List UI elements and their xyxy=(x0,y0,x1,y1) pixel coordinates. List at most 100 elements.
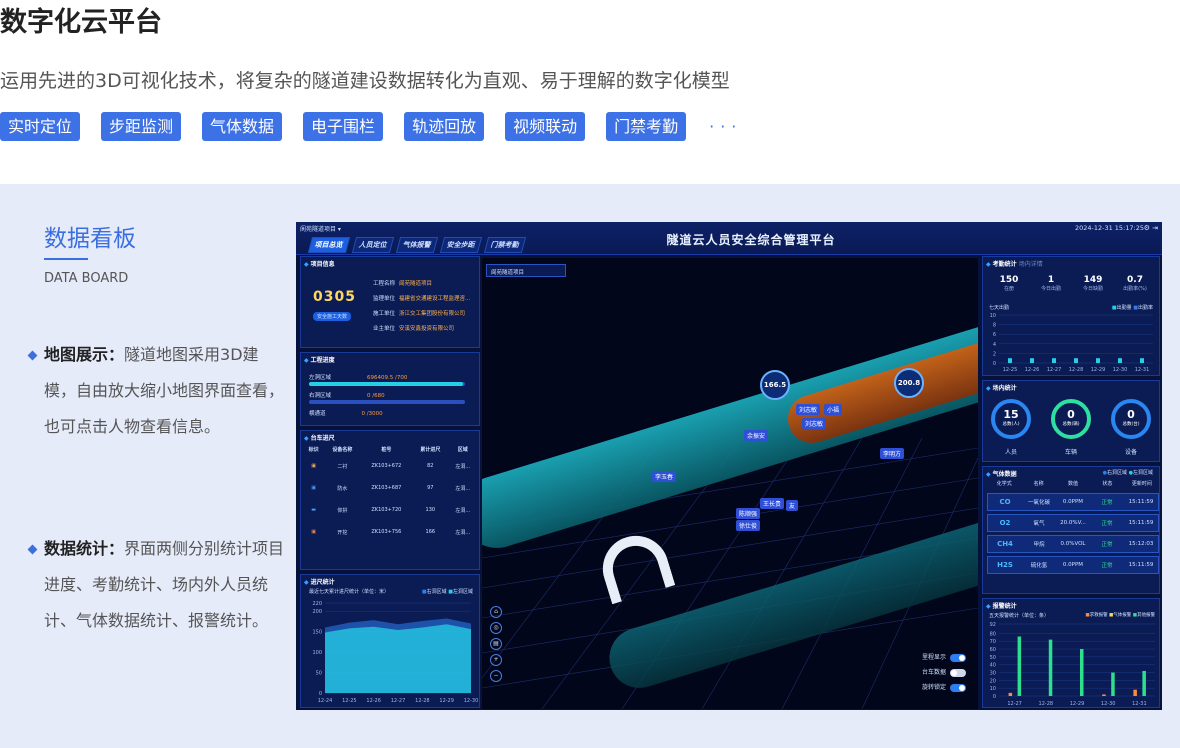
y-tick-label: 60 xyxy=(990,647,996,653)
ring-caption: 车辆 xyxy=(1064,449,1077,456)
topbar-icons: ⚙ ⇥ xyxy=(1144,224,1158,232)
y-tick-label: 2 xyxy=(993,351,996,357)
y-tick-label: 10 xyxy=(990,313,996,319)
x-tick-label: 12-31 xyxy=(1132,701,1147,707)
attendance-bar xyxy=(1052,358,1056,363)
nav-tab-overview[interactable]: 项目总览 xyxy=(307,237,351,253)
info-row: 施工单位 浙江交工集团股份有限公司 xyxy=(373,311,466,317)
trolley-icon: ▬ xyxy=(311,507,316,513)
feature-label: 地图展示： xyxy=(44,345,125,364)
info-row: 业主单位 安溪安鑫投资有限公司 xyxy=(373,326,455,332)
locate-icon[interactable]: ◎ xyxy=(490,622,502,634)
tag-e-fence[interactable]: 电子围栏 xyxy=(303,112,384,141)
mileage-bubble[interactable]: 166.5 xyxy=(760,370,790,400)
info-row: 工程名称 阆苑隧道项目 xyxy=(373,281,433,287)
y-tick-label: 150 xyxy=(312,630,322,636)
mileage-bubble[interactable]: 200.8 xyxy=(894,368,924,398)
x-tick-label: 12-25 xyxy=(1003,367,1018,373)
toggle-switch[interactable] xyxy=(950,653,967,662)
toggle-rotation-lock[interactable]: 旋转锁定 xyxy=(922,682,967,692)
feature-map: 地图展示：隧道地图采用3D建模，自由放大缩小地图界面查看，也可点击人物查看信息。 xyxy=(27,337,287,445)
toggle-mileage[interactable]: 里程显示 xyxy=(922,652,967,662)
x-tick-label: 12-28 xyxy=(1039,701,1054,707)
table-row[interactable]: CO 一氧化碳 0.0PPM 正常 15:11:59 xyxy=(987,493,1159,511)
nav-tab-step[interactable]: 安全步距 xyxy=(439,237,483,253)
alarm-bar-其他报警 xyxy=(1111,672,1115,696)
table-header: 累计进尺 xyxy=(420,446,441,453)
nav-tab-attendance[interactable]: 门禁考勤 xyxy=(483,237,527,253)
person-label[interactable]: 李玉春 xyxy=(652,471,677,482)
panel-header: 气体数据 xyxy=(986,469,1017,478)
ring-people[interactable]: 15 总数(人) xyxy=(991,399,1031,439)
attendance-bar xyxy=(1030,358,1034,363)
project-selector[interactable]: 阆苑隧道项目 ▾ xyxy=(300,224,341,233)
panel-header: 台车进尺 xyxy=(304,433,335,442)
page-title: 数字化云平台 xyxy=(0,7,162,38)
tag-gas-data[interactable]: 气体数据 xyxy=(202,112,283,141)
zoom-in-icon[interactable]: + xyxy=(490,654,502,666)
tunnel-3d-viewport[interactable]: 阆苑隧道项目 166.5 200.8 刘志敏 小福 刘志敏 余振安 李玉春 李明… xyxy=(482,258,978,709)
person-label[interactable]: 余振安 xyxy=(744,430,769,441)
table-row[interactable]: ▣ 开挖 ZK103+756 166 左洞... xyxy=(303,521,477,543)
chart-legend: ■右洞区域 ■左洞区域 xyxy=(421,589,473,595)
zoom-out-icon[interactable]: − xyxy=(490,670,502,682)
x-tick-label: 12-31 xyxy=(1135,367,1150,373)
alarm-bar-求救报警 xyxy=(1133,689,1137,696)
alarm-bar-其他报警 xyxy=(1142,670,1146,696)
tag-track-replay[interactable]: 轨迹回放 xyxy=(404,112,485,141)
tag-video-link[interactable]: 视频联动 xyxy=(505,112,586,141)
person-label[interactable]: 李明方 xyxy=(880,448,905,459)
chart-legend: ■出勤量 ■出勤率 xyxy=(1111,305,1153,311)
toggle-switch[interactable] xyxy=(950,668,967,677)
nav-tab-gas[interactable]: 气体报警 xyxy=(395,237,439,253)
panel-header: 进尺统计 xyxy=(304,577,335,586)
table-header: 设备名称 xyxy=(332,446,353,453)
x-tick-label: 12-27 xyxy=(1047,367,1062,373)
table-row[interactable]: ▬ 仰拱 ZK103+720 130 左洞... xyxy=(303,499,477,521)
board-title: 数据看板 xyxy=(44,226,136,252)
nav-tab-location[interactable]: 人员定位 xyxy=(351,237,395,253)
stat-absent: 149 今日缺勤 xyxy=(1082,275,1103,292)
panel-header: 报警统计 xyxy=(986,601,1017,610)
person-label[interactable]: 刘志敏 xyxy=(802,418,827,429)
layers-icon[interactable]: ▤ xyxy=(490,638,502,650)
y-tick-label: 50 xyxy=(316,671,322,677)
x-tick-label: 12-28 xyxy=(1069,367,1084,373)
tag-realtime-location[interactable]: 实时定位 xyxy=(0,112,81,141)
person-label[interactable]: 刘志敏 xyxy=(796,404,821,415)
settings-icon[interactable]: ⚙ xyxy=(1144,224,1150,232)
toggle-switch[interactable] xyxy=(950,683,967,692)
attendance-bar xyxy=(1096,358,1100,363)
home-icon[interactable]: ⌂ xyxy=(490,606,502,618)
person-label[interactable]: 小福 xyxy=(824,404,843,415)
tag-access-attendance[interactable]: 门禁考勤 xyxy=(606,112,687,141)
chart-legend: ■求救报警 ■气体报警 ■其他报警 xyxy=(1085,613,1155,618)
stat-rate: 0.7 出勤率(%) xyxy=(1123,275,1147,292)
tag-step-monitor[interactable]: 步距监测 xyxy=(101,112,182,141)
y-tick-label: 0 xyxy=(993,361,996,367)
table-row[interactable]: ▣ 防水 ZK103+687 97 左洞... xyxy=(303,477,477,499)
tab-onsite-detail[interactable]: 场内详情 xyxy=(1019,261,1043,268)
panel-header: 项目信息 xyxy=(304,259,335,268)
y-tick-label: 20 xyxy=(990,678,996,684)
alarm-bar-其他报警 xyxy=(1048,639,1053,696)
table-row[interactable]: CH4 甲烷 0.0%VOL 正常 15:12:03 xyxy=(987,535,1159,553)
table-row[interactable]: ▣ 二衬 ZK103+672 82 左洞... xyxy=(303,455,477,477)
person-label[interactable]: 徐仕俊 xyxy=(736,520,761,531)
logout-icon[interactable]: ⇥ xyxy=(1152,224,1158,232)
table-row[interactable]: O2 氧气 20.0%V... 正常 15:11:59 xyxy=(987,514,1159,532)
alarm-bar-求救报警 xyxy=(1102,694,1106,696)
x-tick-label: 12-28 xyxy=(415,698,430,704)
chart-caption: 五天报警统计（单位：条） xyxy=(989,613,1050,619)
ring-vehicles[interactable]: 0 总数(辆) xyxy=(1051,399,1091,439)
person-label[interactable]: 王长贵 xyxy=(760,498,785,509)
toggle-trolley[interactable]: 台车数据 xyxy=(922,667,967,677)
progress-fill xyxy=(309,382,464,386)
progress-row: 左洞区域 696409.5 /700 xyxy=(309,375,408,381)
table-row[interactable]: H2S 硫化氢 0.0PPM 正常 15:11:59 xyxy=(987,556,1159,574)
ring-devices[interactable]: 0 总数(台) xyxy=(1111,399,1151,439)
person-label[interactable]: 友 xyxy=(786,500,799,511)
viewport-project-select[interactable]: 阆苑隧道项目 xyxy=(486,264,566,277)
person-label[interactable]: 陈顺强 xyxy=(736,508,761,519)
attendance-bar xyxy=(1140,358,1144,363)
